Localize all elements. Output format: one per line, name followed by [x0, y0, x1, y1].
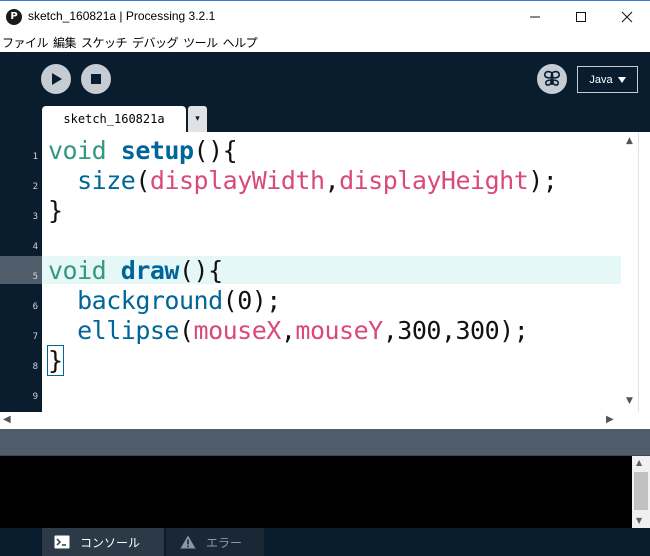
minimize-button[interactable]: [512, 1, 558, 33]
code-line-6: background(0);: [77, 286, 281, 315]
menu-edit[interactable]: 編集: [53, 34, 81, 51]
message-area: [0, 429, 650, 456]
tab-menu-button[interactable]: ▾: [188, 106, 207, 132]
title-bar: P sketch_160821a | Processing 3.2.1: [0, 0, 650, 32]
minimize-icon: [530, 16, 540, 18]
scroll-up-icon[interactable]: ▲: [621, 136, 638, 148]
maximize-icon: [576, 12, 586, 22]
tab-console[interactable]: コンソール: [42, 528, 164, 556]
code-line-1: void setup(){: [48, 136, 238, 165]
scroll-left-icon[interactable]: ◀: [3, 414, 11, 425]
line-number: 8: [32, 362, 38, 372]
menu-help[interactable]: ヘルプ: [223, 34, 263, 51]
scrollbar-thumb[interactable]: [634, 472, 648, 510]
run-button[interactable]: [41, 64, 71, 94]
line-number: 5: [32, 272, 38, 282]
close-icon: [621, 11, 633, 23]
editor-vertical-scrollbar[interactable]: ▲ ▼: [621, 132, 638, 412]
scroll-corner: [621, 412, 650, 429]
code-line-3: }: [48, 196, 63, 225]
menu-debug[interactable]: デバッグ: [132, 34, 183, 51]
mode-selector[interactable]: Java: [577, 66, 638, 93]
processing-app-icon: P: [6, 9, 22, 25]
code-line-2: size(displayWidth,displayHeight);: [77, 166, 558, 195]
stop-button[interactable]: [81, 64, 111, 94]
line-number-gutter: 1 2 3 4 5 6 7 8 9: [0, 132, 42, 412]
editor-horizontal-scrollbar[interactable]: ◀ ▶: [0, 412, 621, 429]
terminal-icon: [54, 535, 70, 549]
console-scrollbar[interactable]: ▲ ▼: [632, 456, 650, 528]
debug-button[interactable]: [537, 64, 567, 94]
code-line-8: }: [47, 345, 64, 376]
tab-errors-label: エラー: [206, 535, 243, 550]
scroll-right-icon[interactable]: ▶: [606, 414, 614, 425]
warning-icon: [180, 535, 196, 549]
line-number: 3: [32, 212, 38, 222]
menu-bar: ファイル 編集 スケッチ デバッグ ツール ヘルプ: [0, 32, 650, 52]
code-editor[interactable]: void setup(){ size(displayWidth,displayH…: [42, 132, 621, 412]
window-title: sketch_160821a | Processing 3.2.1: [28, 9, 216, 23]
line-number: 1: [32, 152, 38, 162]
error-marker-column: [638, 132, 650, 412]
line-number: 9: [32, 392, 38, 402]
mode-label: Java: [589, 73, 613, 86]
line-number: 6: [32, 302, 38, 312]
scroll-up-icon[interactable]: ▲: [636, 458, 642, 467]
menu-sketch[interactable]: スケッチ: [81, 34, 132, 51]
butterfly-icon: [544, 70, 560, 86]
sketch-tabs: sketch_160821a ▾: [0, 106, 650, 132]
stop-icon: [91, 74, 101, 84]
console-tab-bar: コンソール エラー: [0, 528, 650, 556]
tab-errors[interactable]: エラー: [166, 528, 264, 556]
toolbar: Java: [0, 52, 650, 106]
line-number: 4: [32, 242, 38, 252]
maximize-button[interactable]: [558, 1, 604, 33]
scroll-down-icon[interactable]: ▼: [621, 396, 638, 408]
menu-file[interactable]: ファイル: [2, 34, 53, 51]
line-number: 2: [32, 182, 38, 192]
play-icon: [52, 73, 62, 85]
tab-console-label: コンソール: [80, 535, 141, 550]
chevron-down-icon: [617, 76, 626, 83]
matching-brace: }: [47, 345, 64, 376]
tab-sketch[interactable]: sketch_160821a: [42, 106, 186, 132]
scroll-down-icon[interactable]: ▼: [636, 516, 642, 525]
menu-tools[interactable]: ツール: [183, 34, 223, 51]
code-line-5: void draw(){: [48, 256, 223, 285]
close-button[interactable]: [604, 1, 650, 33]
console-output[interactable]: [0, 456, 632, 528]
code-line-7: ellipse(mouseX,mouseY,300,300);: [77, 316, 529, 345]
line-number: 7: [32, 332, 38, 342]
